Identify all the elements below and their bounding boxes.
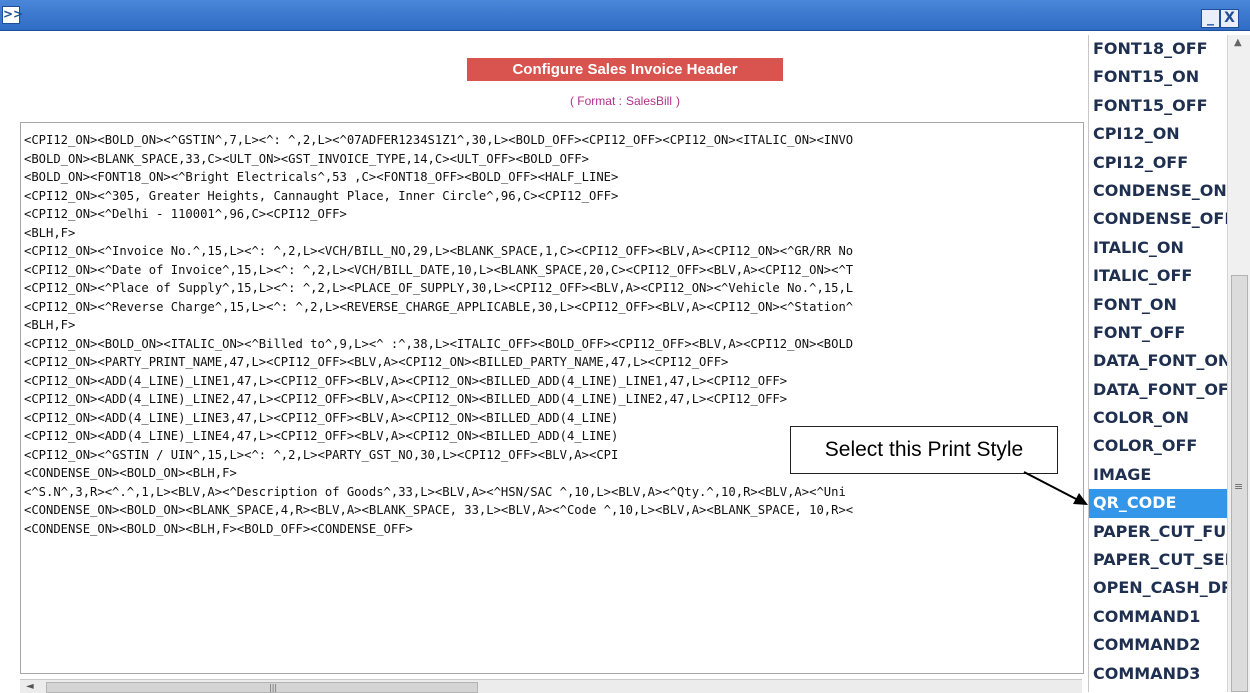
close-button[interactable]: X	[1220, 9, 1239, 28]
format-label: ( Format : SalesBill)	[0, 94, 1250, 108]
style-list-item[interactable]: DATA_FONT_ON	[1089, 347, 1227, 375]
vertical-scrollbar[interactable]: ▲ ≡	[1227, 35, 1250, 692]
code-line: <CPI12_ON><ADD(4_LINE)_LINE4,47,L><CPI12…	[24, 429, 619, 443]
style-list-item[interactable]: IMAGE	[1089, 461, 1227, 489]
code-line: <CPI12_ON><BOLD_ON><^GSTIN^,7,L><^: ^,2,…	[24, 133, 854, 147]
format-value: SalesBill	[625, 94, 673, 108]
format-prefix: ( Format :	[569, 94, 622, 108]
grip-icon: ≡	[1234, 480, 1244, 493]
code-line: <^S.N^,3,R><^.^,1,L><BLV,A><^Description…	[24, 484, 846, 499]
style-list-item[interactable]: COLOR_ON	[1089, 404, 1227, 432]
style-list-item[interactable]: COMMAND3	[1089, 660, 1227, 688]
code-line: <BOLD_ON><BLANK_SPACE,33,C><ULT_ON><GST_…	[24, 151, 589, 166]
style-list-item[interactable]: FONT_OFF	[1089, 319, 1227, 347]
code-line: <CPI12_ON><ADD(4_LINE)_LINE3,47,L><CPI12…	[24, 410, 619, 425]
style-list-item[interactable]: FONT15_OFF	[1089, 92, 1227, 120]
style-list-item[interactable]: FONT_ON	[1089, 291, 1227, 319]
code-line: <BLH,F>	[24, 225, 76, 240]
style-list-item[interactable]: CPI12_OFF	[1089, 149, 1227, 177]
code-line: <CONDENSE_ON><BOLD_ON><BLH,F><BOLD_OFF><…	[24, 521, 413, 536]
code-line: <CONDENSE_ON><BOLD_ON><BLH,F>	[24, 466, 237, 480]
style-list-item[interactable]: ITALIC_ON	[1089, 234, 1227, 262]
window-titlebar: >> _ X	[0, 0, 1250, 31]
expand-button[interactable]: >>	[2, 6, 23, 24]
code-line: <CPI12_ON><^Place of Supply^,15,L><^: ^,…	[24, 281, 854, 295]
page-title: Configure Sales Invoice Header	[467, 58, 783, 81]
code-line: <CPI12_ON><^GSTIN / UIN^,15,L><^: ^,2,L>…	[24, 447, 619, 462]
callout-box: Select this Print Style	[790, 426, 1058, 474]
style-list-item[interactable]: ITALIC_OFF	[1089, 262, 1227, 290]
code-line: <BOLD_ON><FONT18_ON><^Bright Electricals…	[24, 170, 619, 184]
code-editor[interactable]: <CPI12_ON><BOLD_ON><^GSTIN^,7,L><^: ^,2,…	[20, 122, 1084, 674]
format-suffix: )	[676, 94, 681, 108]
scroll-up-icon[interactable]: ▲	[1234, 38, 1242, 48]
code-line: <CPI12_ON><^Date of Invoice^,15,L><^: ^,…	[24, 262, 854, 277]
style-list-item[interactable]: COMMAND2	[1089, 631, 1227, 659]
style-list-item[interactable]: DATA_FONT_OFF	[1089, 376, 1227, 404]
style-list-item[interactable]: COMMAND1	[1089, 603, 1227, 631]
grip-icon: |||	[269, 683, 278, 692]
code-line: <CPI12_ON><ADD(4_LINE)_LINE1,47,L><CPI12…	[24, 373, 788, 388]
style-list-item[interactable]: PAPER_CUT_FULL	[1089, 518, 1227, 546]
style-list-item[interactable]: FONT18_OFF	[1089, 35, 1227, 63]
style-list-item[interactable]: QR_CODE	[1089, 489, 1227, 518]
style-list-item[interactable]: FONT15_ON	[1089, 63, 1227, 91]
horizontal-scroll-thumb[interactable]: |||	[46, 682, 478, 693]
vertical-scroll-thumb[interactable]: ≡	[1231, 275, 1248, 692]
code-line: <CONDENSE_ON><BOLD_ON><BLANK_SPACE,4,R><…	[24, 503, 854, 517]
style-list-item[interactable]: OPEN_CASH_DRAWER	[1089, 574, 1227, 602]
print-style-list[interactable]: FONT18_OFF FONT15_ON FONT15_OFF CPI12_ON CPI…	[1088, 35, 1227, 692]
horizontal-scrollbar[interactable]: ◄ |||	[20, 679, 1082, 693]
style-list-item[interactable]: CONDENSE_ON	[1089, 177, 1227, 205]
code-line: <BLH,F>	[24, 318, 76, 332]
code-line: <CPI12_ON><^Invoice No.^,15,L><^: ^,2,L>…	[24, 244, 854, 258]
style-list-item[interactable]: CONDENSE_OFF	[1089, 205, 1227, 233]
style-list-item[interactable]: CPI12_ON	[1089, 120, 1227, 148]
style-list-item[interactable]: COLOR_OFF	[1089, 432, 1227, 460]
code-lines: <CPI12_ON><BOLD_ON><^GSTIN^,7,L><^: ^,2,…	[24, 131, 853, 538]
code-line: <CPI12_ON><PARTY_PRINT_NAME,47,L><CPI12_…	[24, 355, 729, 369]
code-line: <CPI12_ON><ADD(4_LINE)_LINE2,47,L><CPI12…	[24, 392, 788, 406]
code-line: <CPI12_ON><^Delhi - 110001^,96,C><CPI12_…	[24, 207, 347, 221]
code-line: <CPI12_ON><^Reverse Charge^,15,L><^: ^,2…	[24, 299, 854, 314]
style-list-item[interactable]: PAPER_CUT_SEMI	[1089, 546, 1227, 574]
minimize-button[interactable]: _	[1201, 9, 1220, 28]
code-line: <CPI12_ON><BOLD_ON><ITALIC_ON><^Billed t…	[24, 336, 854, 351]
scroll-left-icon[interactable]: ◄	[26, 681, 34, 692]
code-line: <CPI12_ON><^305, Greater Heights, Cannau…	[24, 188, 619, 203]
